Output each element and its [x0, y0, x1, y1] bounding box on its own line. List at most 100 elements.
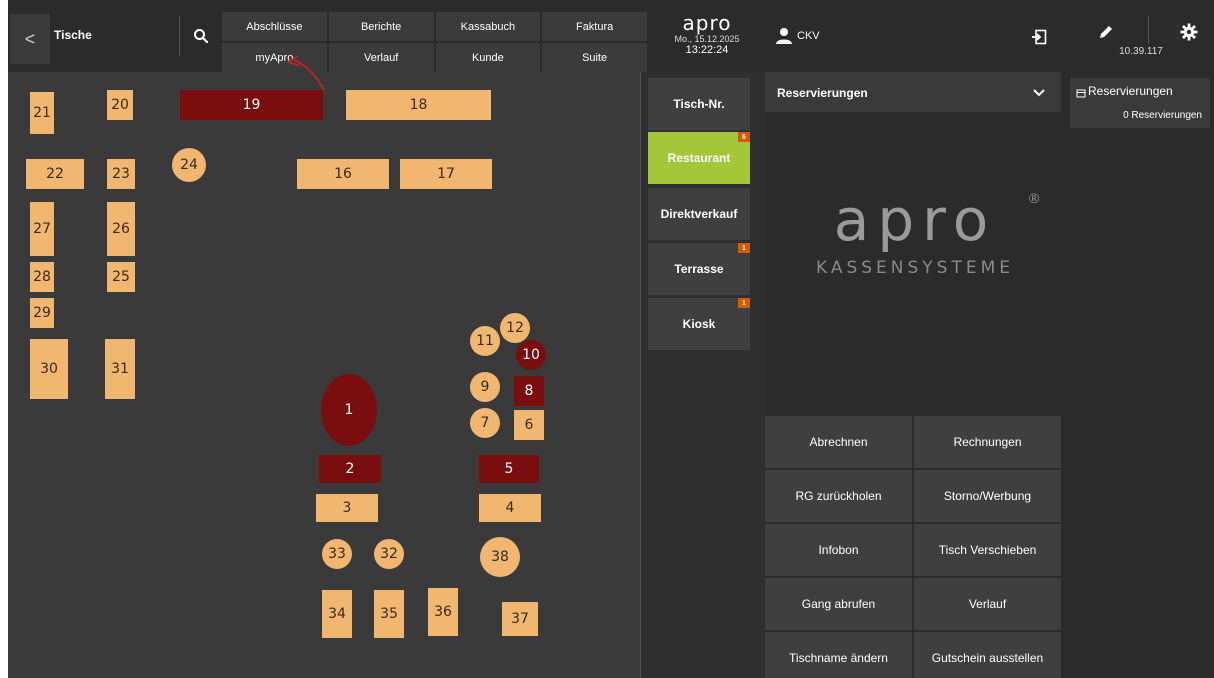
brand-subtitle: KASSENSYSTEME	[815, 258, 1015, 278]
table-25[interactable]: 25	[107, 262, 135, 292]
gear-icon[interactable]	[1180, 23, 1198, 41]
table-26[interactable]: 26	[107, 202, 135, 256]
table-34[interactable]: 34	[322, 590, 352, 638]
table-24[interactable]: 24	[172, 148, 206, 182]
ip-address: 10.39.117	[1119, 46, 1163, 57]
menu-suite[interactable]: Suite	[542, 43, 647, 72]
table-7[interactable]: 7	[470, 408, 500, 438]
table-23[interactable]: 23	[107, 159, 135, 189]
chevron-left-icon: <	[24, 28, 36, 49]
table-2[interactable]: 2	[319, 455, 381, 483]
area-terrasse[interactable]: Terrasse 1	[648, 243, 750, 295]
tischname-aendern-button[interactable]: Tischname ändern	[765, 632, 912, 678]
calendar-icon	[1076, 89, 1086, 98]
table-21[interactable]: 21	[30, 92, 54, 134]
area-label: Restaurant	[667, 151, 731, 165]
registered-mark-icon: ®	[1029, 190, 1040, 206]
area-badge: 1	[738, 298, 750, 308]
reservations-sidebar: Reservierungen 0 Reservierungen	[1068, 72, 1214, 678]
apro-logo: apro	[682, 11, 732, 35]
user-icon	[776, 28, 792, 44]
area-direktverkauf[interactable]: Direktverkauf	[648, 188, 750, 240]
table-22[interactable]: 22	[26, 159, 84, 189]
top-bar: < Tische Abschlüsse Berichte Kassabuch F…	[8, 0, 1214, 72]
tisch-verschieben-button[interactable]: Tisch Verschieben	[914, 524, 1061, 576]
area-restaurant[interactable]: Restaurant 6	[648, 132, 750, 184]
verlauf-button[interactable]: Verlauf	[914, 578, 1061, 630]
info-panel: Reservierungen apro KASSENSYSTEME ® Abre…	[765, 72, 1068, 678]
storno-werbung-button[interactable]: Storno/Werbung	[914, 470, 1061, 522]
table-35[interactable]: 35	[374, 590, 404, 638]
search-button[interactable]	[180, 16, 222, 56]
rechnungen-button[interactable]: Rechnungen	[914, 416, 1061, 468]
gang-abrufen-button[interactable]: Gang abrufen	[765, 578, 912, 630]
area-badge: 1	[738, 243, 750, 253]
right-tools: 10.39.117	[1068, 12, 1214, 64]
table-32[interactable]: 32	[374, 539, 404, 569]
table-33[interactable]: 33	[322, 539, 352, 569]
user-name: CKV	[797, 30, 820, 42]
table-4[interactable]: 4	[479, 494, 541, 522]
table-30[interactable]: 30	[30, 339, 68, 399]
infobon-button[interactable]: Infobon	[765, 524, 912, 576]
rg-zurueckholen-button[interactable]: RG zurückholen	[765, 470, 912, 522]
gutschein-ausstellen-button[interactable]: Gutschein ausstellen	[914, 632, 1061, 678]
edit-icon[interactable]	[1098, 24, 1114, 40]
apro-brand-logo: apro KASSENSYSTEME	[785, 190, 1045, 278]
area-label: Kiosk	[682, 317, 716, 331]
back-button[interactable]: <	[10, 14, 50, 64]
time-display: 13:22:24	[685, 44, 729, 56]
table-36[interactable]: 36	[428, 588, 458, 636]
main-menu: Abschlüsse Berichte Kassabuch Faktura my…	[222, 12, 647, 72]
table-8[interactable]: 8	[514, 376, 544, 406]
reservation-dropdown-label: Reservierungen	[777, 86, 868, 100]
table-18[interactable]: 18	[346, 90, 491, 120]
table-11[interactable]: 11	[470, 326, 500, 356]
table-5[interactable]: 5	[479, 455, 539, 483]
table-20[interactable]: 20	[107, 90, 133, 120]
pos-app: < Tische Abschlüsse Berichte Kassabuch F…	[8, 0, 1214, 678]
table-3[interactable]: 3	[316, 494, 378, 522]
logout-icon[interactable]	[1031, 29, 1047, 45]
brand-word: apro	[833, 186, 997, 254]
menu-verlauf[interactable]: Verlauf	[328, 43, 434, 72]
search-icon	[194, 29, 209, 44]
table-37[interactable]: 37	[502, 602, 538, 636]
menu-myapro[interactable]: myApro	[222, 43, 327, 72]
user-box: CKV	[765, 12, 1065, 64]
table-12[interactable]: 12	[500, 313, 530, 343]
abrechnen-button[interactable]: Abrechnen	[765, 416, 912, 468]
table-38[interactable]: 38	[480, 537, 520, 577]
menu-kassabuch[interactable]: Kassabuch	[435, 12, 541, 41]
chevron-down-icon	[1033, 89, 1045, 97]
reservation-dropdown[interactable]: Reservierungen	[765, 72, 1061, 112]
table-31[interactable]: 31	[105, 339, 135, 399]
reservations-box[interactable]: Reservierungen 0 Reservierungen	[1070, 78, 1210, 128]
menu-kunde[interactable]: Kunde	[435, 43, 541, 72]
floor-plan: 21 20 19 18 22 23 24 16 17 27 26 28 25 29 30 31 12 11 10 9 8…	[8, 72, 640, 678]
area-label: Tisch-Nr.	[673, 97, 725, 111]
area-badge: 6	[738, 132, 750, 142]
table-6[interactable]: 6	[514, 410, 544, 440]
menu-berichte[interactable]: Berichte	[328, 12, 434, 41]
action-grid: Abrechnen Rechnungen RG zurückholen Stor…	[765, 416, 1061, 678]
header-logo-clock: apro Mo., 15.12.2025 13:22:24	[652, 10, 762, 72]
table-19[interactable]: 19	[180, 90, 323, 120]
reservations-title: Reservierungen	[1088, 84, 1173, 98]
table-10[interactable]: 10	[516, 340, 546, 370]
area-kiosk[interactable]: Kiosk 1	[648, 298, 750, 350]
table-16[interactable]: 16	[297, 159, 389, 189]
table-1[interactable]: 1	[321, 374, 377, 446]
table-28[interactable]: 28	[30, 262, 54, 292]
table-29[interactable]: 29	[30, 298, 54, 328]
table-17[interactable]: 17	[400, 159, 492, 189]
area-tisch-nr[interactable]: Tisch-Nr.	[648, 78, 750, 130]
reservations-count: 0 Reservierungen	[1123, 110, 1202, 121]
divider	[1148, 16, 1149, 44]
menu-faktura[interactable]: Faktura	[542, 12, 647, 41]
date-display: Mo., 15.12.2025	[674, 34, 740, 44]
table-27[interactable]: 27	[30, 202, 54, 256]
table-9[interactable]: 9	[470, 372, 500, 402]
area-label: Direktverkauf	[660, 207, 738, 221]
menu-abschluesse[interactable]: Abschlüsse	[222, 12, 327, 41]
